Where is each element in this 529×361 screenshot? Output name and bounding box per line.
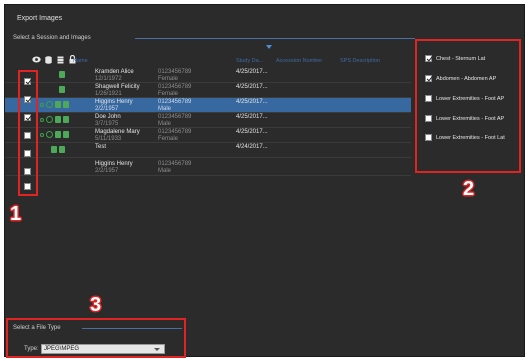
chevron-down-icon[interactable] [154, 347, 160, 351]
checkbox-icon[interactable] [425, 55, 432, 62]
status-icons [40, 131, 69, 138]
patient-name-cell: Higgins Henry 2/2/1957 [95, 99, 133, 112]
study-date-cell: 4/25/2017... [236, 69, 268, 75]
table-row[interactable]: Test 4/24/2017... [5, 143, 411, 158]
session-checkbox[interactable] [24, 96, 31, 103]
status-dot-icon [40, 102, 44, 107]
status-icons [40, 101, 69, 108]
image-item[interactable]: Lower Extremities - Foot Lat [425, 134, 505, 141]
patient-name-cell: Higgins Henry 2/2/1957 [95, 161, 133, 174]
stack-icon [51, 146, 57, 153]
stack-icon [63, 131, 69, 138]
checkbox-icon[interactable] [425, 95, 432, 102]
status-icons [51, 146, 65, 153]
stack-icon [59, 86, 65, 93]
status-dot-icon [46, 116, 53, 123]
disk-icon[interactable] [44, 55, 53, 64]
section-divider [82, 328, 182, 329]
session-checkbox[interactable] [24, 183, 31, 190]
session-checkbox[interactable] [24, 150, 31, 157]
patient-id-cell: 0123456789 Female [158, 129, 192, 142]
table-row[interactable]: Kramden Alice 12/1/1972 0123456789 Female … [5, 68, 411, 83]
session-section-label: Select a Session and Images [13, 35, 91, 41]
eye-icon[interactable] [32, 55, 41, 64]
status-icons [40, 116, 69, 123]
stack-icon [63, 116, 69, 123]
image-item[interactable]: Lower Extremities - Foot AP [425, 95, 504, 102]
study-date-cell: 4/25/2017... [236, 129, 268, 135]
study-date-cell: 4/25/2017... [236, 84, 268, 90]
stack-icon [59, 146, 65, 153]
image-selection-panel: Chest - Sternum Lat Abdomen - Abdomen AP… [415, 39, 521, 173]
file-type-select[interactable]: JPEG\MPEG [41, 344, 165, 354]
status-icons [59, 71, 65, 78]
window-title: Export Images [17, 15, 63, 22]
session-checkbox[interactable] [24, 132, 31, 139]
patient-name-cell: Magdalene Mary 5/11/1933 [95, 129, 140, 142]
checkbox-icon[interactable] [425, 134, 432, 141]
study-date-cell: 4/25/2017... [236, 99, 268, 105]
stack-icon [55, 101, 61, 108]
session-checkbox-column [18, 70, 38, 196]
patient-name-cell: Shagwell Felicity 1/26/1921 [95, 84, 140, 97]
sort-indicator-icon[interactable] [266, 45, 272, 49]
session-checkbox[interactable] [24, 168, 31, 175]
table-row[interactable]: Shagwell Felicity 1/26/1921 0123456789 Fem… [5, 83, 411, 98]
patient-id-cell: 0123456789 Male [158, 114, 192, 127]
table-row-selected[interactable]: Higgins Henry 2/2/1957 0123456789 Male 4/2… [5, 98, 411, 113]
session-checkbox[interactable] [24, 114, 31, 121]
status-dot-icon [40, 132, 44, 137]
column-header-sps[interactable]: SPS Description [340, 58, 380, 64]
image-item[interactable]: Lower Extremities - Foot AP [425, 115, 504, 122]
stack-icon [63, 101, 69, 108]
patient-name-cell: Doe John 3/7/1975 [95, 114, 121, 127]
session-checkbox[interactable] [24, 78, 31, 85]
stack-icon [59, 71, 65, 78]
callout-1: 1 [10, 203, 22, 225]
section-divider [135, 38, 415, 39]
table-row[interactable]: Magdalene Mary 5/11/1933 0123456789 Female… [5, 128, 411, 143]
column-header-name[interactable]: Name [73, 58, 88, 64]
image-label: Chest - Sternum Lat [436, 55, 486, 62]
file-type-value: JPEG\MPEG [44, 346, 80, 352]
file-type-section-label: Select a File Type [13, 325, 61, 331]
study-date-cell: 4/25/2017... [236, 114, 268, 120]
image-item[interactable]: Abdomen - Abdomen AP [425, 75, 496, 82]
table-row[interactable]: Higgins Henry 2/2/1957 0123456789 Male [5, 158, 411, 176]
image-label: Lower Extremities - Foot AP [436, 115, 505, 122]
image-label: Abdomen - Abdomen AP [436, 75, 497, 82]
status-dot-icon [46, 131, 53, 138]
stack-icon[interactable] [56, 55, 65, 64]
type-label: Type: [24, 346, 39, 352]
stack-icon [55, 131, 61, 138]
status-dot-icon [40, 117, 44, 122]
patient-id-cell: 0123456789 Male [158, 161, 192, 174]
status-icons [59, 86, 65, 93]
status-dot-icon [46, 101, 53, 108]
column-header-study-date[interactable]: Study Da... [236, 58, 263, 64]
patient-name-cell: Test [95, 144, 107, 150]
study-date-cell: 4/24/2017... [236, 144, 268, 150]
image-label: Lower Extremities - Foot AP [436, 95, 505, 102]
checkbox-icon[interactable] [425, 115, 432, 122]
patient-id-cell: 0123456789 Female [158, 84, 192, 97]
patient-id-cell: 0123456789 Female [158, 69, 192, 82]
session-list: Kramden Alice 12/1/1972 0123456789 Female … [5, 68, 411, 176]
table-row[interactable]: Doe John 3/7/1975 0123456789 Male 4/25/201… [5, 113, 411, 128]
export-images-window: Export Images Select a Session and Image… [4, 4, 525, 357]
callout-3: 3 [90, 294, 102, 316]
patient-name-cell: Kramden Alice 12/1/1972 [95, 69, 134, 82]
column-header-accession[interactable]: Accession Number [276, 58, 322, 64]
stack-icon [55, 116, 61, 123]
image-item[interactable]: Chest - Sternum Lat [425, 55, 485, 62]
callout-2: 2 [463, 178, 475, 200]
checkbox-icon[interactable] [425, 75, 432, 82]
patient-id-cell: 0123456789 Male [158, 99, 192, 112]
column-icons [32, 55, 77, 64]
image-label: Lower Extremities - Foot Lat [436, 134, 505, 141]
file-type-panel: Select a File Type Type: JPEG\MPEG [6, 318, 186, 358]
